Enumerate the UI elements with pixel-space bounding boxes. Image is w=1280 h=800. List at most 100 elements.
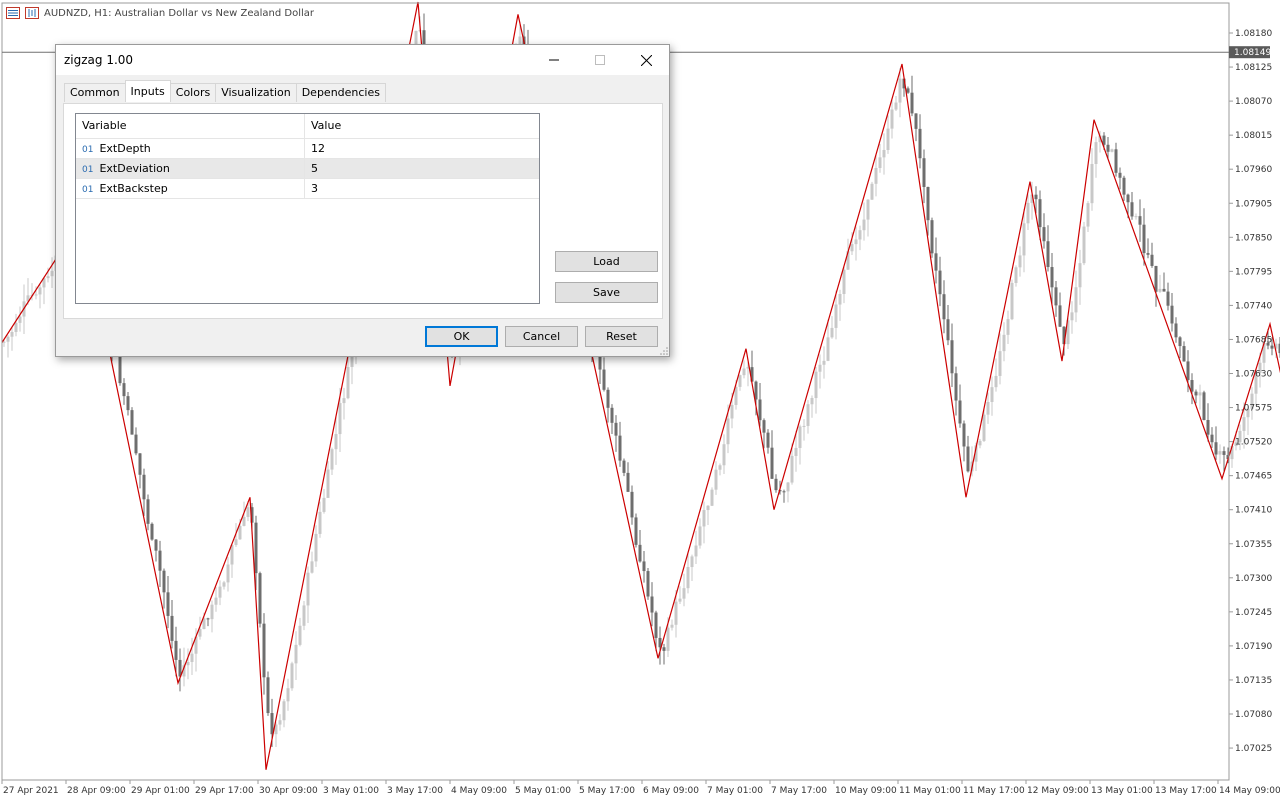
candle-body bbox=[1122, 177, 1126, 195]
time-tick-label: 11 May 01:00 bbox=[899, 786, 961, 796]
chart-header: AUDNZD, H1: Australian Dollar vs New Zea… bbox=[6, 5, 314, 21]
candle-body bbox=[834, 304, 838, 328]
price-tick-label: 1.07520 bbox=[1235, 438, 1272, 448]
candle-body bbox=[306, 572, 310, 606]
save-button[interactable]: Save bbox=[555, 282, 658, 303]
candle-body bbox=[906, 88, 910, 93]
candle-body bbox=[1142, 224, 1146, 254]
candle-body bbox=[342, 398, 346, 404]
candle-body bbox=[1134, 216, 1138, 218]
close-button[interactable] bbox=[623, 45, 669, 75]
candle-body bbox=[890, 109, 894, 129]
candle-body bbox=[922, 158, 926, 187]
maximize-button[interactable] bbox=[577, 45, 623, 75]
time-tick-label: 6 May 09:00 bbox=[643, 786, 699, 796]
price-tick-label: 1.07795 bbox=[1235, 267, 1272, 277]
candle-body bbox=[766, 432, 770, 448]
candle-body bbox=[874, 167, 878, 184]
column-header-value[interactable]: Value bbox=[305, 114, 539, 138]
price-tick-label: 1.07410 bbox=[1235, 506, 1272, 516]
candle-body bbox=[762, 420, 766, 433]
candle-body bbox=[810, 398, 814, 405]
dialog-titlebar[interactable]: zigzag 1.00 bbox=[56, 45, 669, 75]
table-row[interactable]: 01 ExtDepth 12 bbox=[76, 139, 539, 159]
candle-body bbox=[1086, 203, 1090, 227]
candle-body bbox=[214, 597, 218, 605]
candle-body bbox=[166, 592, 170, 616]
candle-body bbox=[770, 447, 774, 479]
candle-body bbox=[610, 407, 614, 423]
tab-inputs[interactable]: Inputs bbox=[124, 80, 171, 102]
candle-body bbox=[314, 533, 318, 562]
candle-body bbox=[938, 270, 942, 295]
candle-body bbox=[118, 353, 122, 384]
row-value[interactable]: 3 bbox=[305, 179, 539, 198]
column-header-variable[interactable]: Variable bbox=[76, 114, 305, 138]
candle-body bbox=[670, 624, 674, 628]
ok-button[interactable]: OK bbox=[425, 326, 498, 347]
minimize-icon bbox=[549, 59, 559, 61]
time-tick-label: 27 Apr 2021 bbox=[3, 786, 59, 796]
candle-body bbox=[282, 701, 286, 721]
price-tick-label: 1.08070 bbox=[1235, 97, 1272, 107]
candle-body bbox=[814, 371, 818, 399]
tab-colors[interactable]: Colors bbox=[169, 83, 217, 102]
variable-name: ExtBackstep bbox=[99, 182, 168, 195]
time-tick-label: 13 May 17:00 bbox=[1155, 786, 1217, 796]
candle-body bbox=[626, 472, 630, 492]
candle-body bbox=[1222, 451, 1226, 455]
candle-body bbox=[978, 440, 982, 446]
candle-body bbox=[10, 331, 14, 337]
candle-body bbox=[606, 389, 610, 408]
candle-body bbox=[266, 677, 270, 714]
time-tick-label: 11 May 17:00 bbox=[963, 786, 1025, 796]
row-value[interactable]: 12 bbox=[305, 139, 539, 158]
row-variable: 01 ExtDepth bbox=[76, 139, 305, 158]
candle-body bbox=[334, 434, 338, 450]
candle-body bbox=[782, 491, 786, 493]
inputs-panel: Variable Value 01 ExtDepth 12 01 ExtDeviat… bbox=[63, 103, 663, 319]
chart-settings-icon[interactable] bbox=[25, 7, 39, 19]
candle-body bbox=[642, 561, 646, 572]
candle-body bbox=[914, 113, 918, 129]
price-tick-label: 1.07135 bbox=[1235, 676, 1272, 686]
price-tick-label: 1.07685 bbox=[1235, 335, 1272, 345]
candle-body bbox=[1110, 149, 1114, 152]
row-value[interactable]: 5 bbox=[305, 159, 539, 178]
candle-body bbox=[318, 511, 322, 534]
candle-body bbox=[614, 422, 618, 436]
time-tick-label: 5 May 01:00 bbox=[515, 786, 571, 796]
price-axis: 1.08180 1.08125 1.08070 1.08015 1.07960 1.079… bbox=[1229, 29, 1272, 754]
candle-body bbox=[1058, 305, 1062, 327]
time-axis: 27 Apr 2021 28 Apr 09:00 29 Apr 01:00 29 Ap… bbox=[1, 780, 1280, 796]
table-row[interactable]: 01 ExtDeviation 5 bbox=[76, 159, 539, 179]
candle-body bbox=[742, 368, 746, 376]
candle-body bbox=[894, 102, 898, 110]
candle-body bbox=[1126, 194, 1130, 203]
chart-list-icon[interactable] bbox=[6, 7, 20, 19]
candle-body bbox=[990, 387, 994, 402]
row-variable: 01 ExtBackstep bbox=[76, 179, 305, 198]
candle-body bbox=[718, 465, 722, 470]
resize-grip-icon[interactable] bbox=[660, 347, 668, 355]
price-tick-label: 1.08180 bbox=[1235, 29, 1272, 39]
cancel-button[interactable]: Cancel bbox=[505, 326, 578, 347]
candle-body bbox=[738, 375, 742, 387]
time-tick-label: 7 May 01:00 bbox=[707, 786, 763, 796]
candle-body bbox=[146, 499, 150, 524]
time-tick-label: 12 May 09:00 bbox=[1027, 786, 1089, 796]
load-button[interactable]: Load bbox=[555, 251, 658, 272]
candle-body bbox=[678, 598, 682, 602]
minimize-button[interactable] bbox=[531, 45, 577, 75]
close-icon bbox=[640, 54, 652, 66]
maximize-icon bbox=[595, 55, 605, 65]
tab-dependencies[interactable]: Dependencies bbox=[295, 83, 386, 102]
candle-body bbox=[6, 336, 10, 342]
candle-body bbox=[854, 239, 858, 245]
reset-button[interactable]: Reset bbox=[585, 326, 658, 347]
candle-body bbox=[1078, 263, 1082, 288]
tab-visualization[interactable]: Visualization bbox=[215, 83, 297, 102]
tab-common[interactable]: Common bbox=[64, 83, 126, 102]
grid-header: Variable Value bbox=[76, 114, 539, 139]
table-row[interactable]: 01 ExtBackstep 3 bbox=[76, 179, 539, 199]
